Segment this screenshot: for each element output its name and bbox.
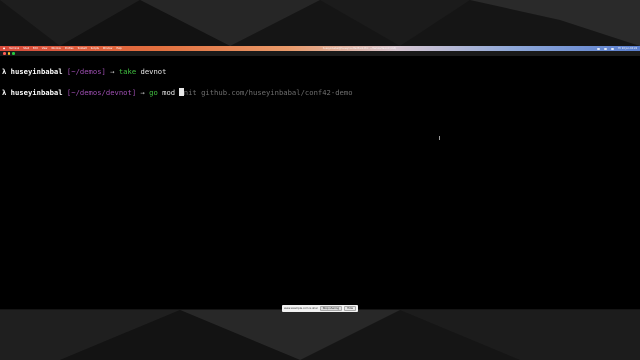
- prompt-user: huseyinbabal: [10, 67, 63, 76]
- prompt-path: [~/demos/devnot]: [66, 88, 137, 97]
- menu-item-view[interactable]: View: [42, 47, 48, 50]
- window-title: huseyinbabal@huseyins-MacBook-Pro: ~/dem…: [322, 47, 397, 50]
- prompt-arrow: →: [110, 67, 115, 76]
- control-center-icon[interactable]: [611, 47, 615, 50]
- screen-sharing-indicator: www.example.com is sharing your screen. …: [282, 305, 358, 312]
- maximize-window-button[interactable]: [12, 52, 15, 55]
- menu-item-scripts[interactable]: Scripts: [91, 47, 99, 50]
- menu-item-profiles[interactable]: Profiles: [65, 47, 74, 50]
- terminal-window[interactable]: λ huseyinbabal [~/demos] → take devnot λ…: [0, 51, 640, 309]
- menu-item-help[interactable]: Help: [116, 47, 121, 50]
- terminal-titlebar[interactable]: [0, 51, 640, 56]
- hide-button[interactable]: Hide: [344, 306, 356, 311]
- autosuggestion-text: github.com/huseyinbabal/conf42-demo: [201, 88, 353, 97]
- wifi-icon[interactable]: [597, 47, 601, 50]
- apple-menu-icon[interactable]: ●: [3, 47, 5, 50]
- prompt-path: [~/demos]: [66, 67, 106, 76]
- menu-item-shell[interactable]: Shell: [23, 47, 29, 50]
- prompt-symbol: λ: [2, 88, 7, 97]
- command-typed-text: mod: [162, 88, 176, 97]
- prompt-user: huseyinbabal: [10, 88, 63, 97]
- prompt-symbol: λ: [2, 67, 7, 76]
- command-argument: devnot: [140, 67, 167, 76]
- autosuggestion-partial: nit: [183, 88, 197, 97]
- command-name: take: [118, 67, 137, 76]
- menu-item-window-2[interactable]: Window: [103, 47, 112, 50]
- terminal-line-1: λ huseyinbabal [~/demos] → take devnot: [2, 67, 166, 76]
- menu-item-edit[interactable]: Edit: [33, 47, 38, 50]
- battery-icon[interactable]: [604, 47, 608, 50]
- stop-sharing-button[interactable]: Stop sharing: [319, 306, 343, 311]
- prompt-arrow: →: [140, 88, 145, 97]
- sharing-message: www.example.com is sharing your screen.: [284, 307, 318, 310]
- terminal-line-2[interactable]: λ huseyinbabal [~/demos/devnot] → go mod…: [2, 88, 353, 97]
- command-name: go: [149, 88, 158, 97]
- menu-item-terminal[interactable]: Terminal: [9, 47, 19, 50]
- menu-item-window[interactable]: Window: [51, 47, 60, 50]
- menu-clock[interactable]: Fri 10 Jun 10:24: [618, 47, 637, 50]
- close-window-button[interactable]: [3, 52, 6, 55]
- menu-item-toolbelt[interactable]: Toolbelt: [78, 47, 87, 50]
- mouse-ibeam-cursor-icon: [439, 136, 440, 140]
- minimize-window-button[interactable]: [7, 52, 10, 55]
